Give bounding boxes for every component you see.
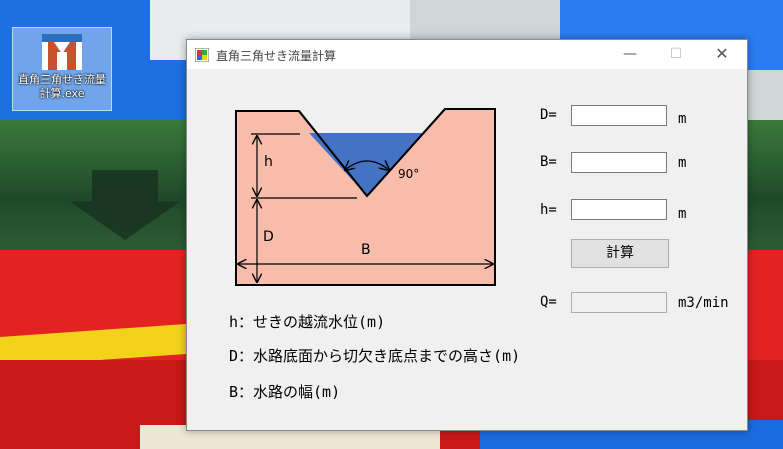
- d-label: D=: [540, 107, 557, 123]
- q-label: Q=: [540, 294, 557, 310]
- h-label: h=: [540, 202, 557, 218]
- b-label: B=: [540, 154, 557, 170]
- diagram-label-b: B: [361, 242, 371, 258]
- close-button[interactable]: ✕: [699, 40, 745, 69]
- weir-flow-calculator-window: 直角三角せき流量計算 — ☐ ✕ h D B 90° D= m B= m h= …: [186, 39, 748, 431]
- diagram-angle-label: 90°: [398, 167, 419, 181]
- b-unit: m: [678, 155, 687, 171]
- diagram-label-h: h: [264, 154, 273, 170]
- legend-b: B：水路の幅(m): [229, 383, 341, 401]
- calculate-button[interactable]: 計算: [571, 239, 669, 268]
- title-bar[interactable]: 直角三角せき流量計算 — ☐ ✕: [187, 40, 747, 69]
- d-unit: m: [678, 111, 687, 127]
- h-input[interactable]: [571, 199, 667, 220]
- desktop-icon-label-line2: 計算.exe: [39, 87, 85, 100]
- app-window-icon: [194, 47, 210, 63]
- d-input[interactable]: [571, 105, 667, 126]
- legend-h: h：せきの越流水位(m): [229, 313, 386, 331]
- legend-d: D：水路底面から切欠き底点までの高さ(m): [229, 347, 521, 365]
- window-title: 直角三角せき流量計算: [216, 49, 337, 63]
- maximize-button[interactable]: ☐: [653, 40, 699, 69]
- diagram-label-d: D: [263, 229, 274, 245]
- desktop-icon-label-line1: 直角三角せき流量: [18, 73, 106, 86]
- q-unit: m3/min: [678, 295, 729, 311]
- h-unit: m: [678, 206, 687, 222]
- q-result-field[interactable]: [571, 292, 667, 313]
- minimize-button[interactable]: —: [607, 40, 653, 69]
- b-input[interactable]: [571, 152, 667, 173]
- desktop-shortcut-weir-calculator[interactable]: 直角三角せき流量 計算.exe: [12, 27, 112, 111]
- weir-app-icon: [40, 32, 84, 72]
- weir-cross-section-diagram: h D B 90°: [233, 106, 503, 289]
